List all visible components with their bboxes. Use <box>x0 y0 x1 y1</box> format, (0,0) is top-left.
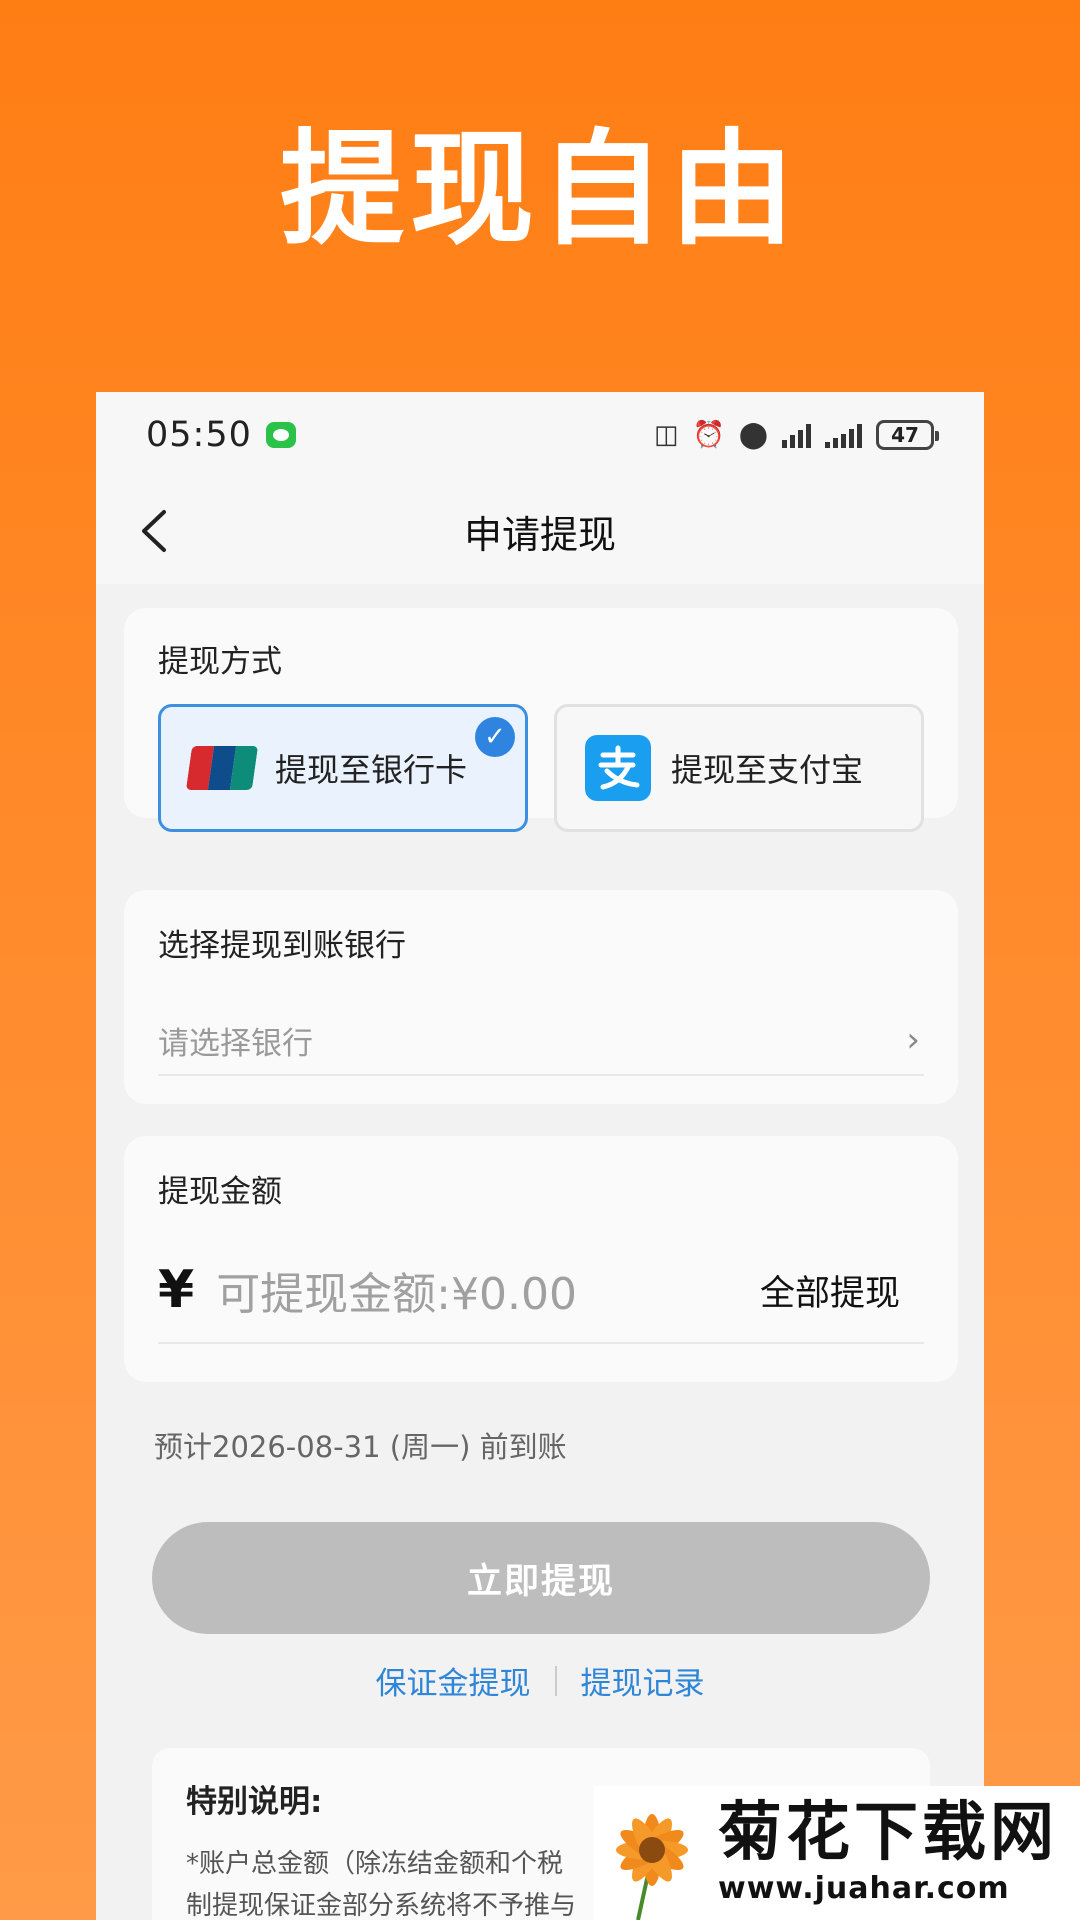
currency-symbol: ¥ <box>158 1260 195 1320</box>
option-alipay[interactable]: 提现至支付宝 <box>554 704 924 832</box>
battery-icon: 47 <box>876 420 939 450</box>
bank-select-label: 选择提现到账银行 <box>158 928 406 964</box>
link-divider <box>554 1665 557 1696</box>
alipay-icon <box>585 735 651 801</box>
check-icon: ✓ <box>475 717 515 757</box>
withdraw-method-label: 提现方式 <box>158 644 282 680</box>
nfc-icon: ◫ <box>653 420 679 450</box>
flower-logo-icon <box>616 1814 688 1920</box>
withdraw-method-card: 提现方式 提现至银行卡 ✓ 提现至支付宝 <box>124 608 958 832</box>
signal-icon <box>782 422 811 448</box>
status-bar: 05:50 ◫ ⏰ ⬤ 47 <box>96 392 984 478</box>
bank-select-field[interactable]: 请选择银行 › <box>158 1006 924 1076</box>
withdraw-all-button[interactable]: 全部提现 <box>760 1265 900 1316</box>
promo-headline: 提现自由 <box>279 118 800 262</box>
amount-input[interactable]: 可提现金额:¥0.00 <box>216 1258 577 1322</box>
bottom-links: 保证金提现 提现记录 <box>96 1658 984 1703</box>
phone-screen: 05:50 ◫ ⏰ ⬤ 47 申请提现 提现方式 提现至银行卡 ✓ 提现至支付宝… <box>96 392 984 1920</box>
status-icons: ◫ ⏰ ⬤ 47 <box>653 420 939 450</box>
alarm-icon: ⏰ <box>692 420 725 450</box>
signal-2-icon <box>825 422 862 448</box>
withdraw-records-link[interactable]: 提现记录 <box>581 1658 705 1703</box>
bank-select-card: 选择提现到账银行 请选择银行 › <box>124 890 958 1104</box>
amount-row: ¥ 可提现金额:¥0.00 全部提现 <box>158 1238 924 1344</box>
watermark-text: 菊花下载网 www.juahar.com <box>718 1801 1058 1906</box>
bank-select-placeholder: 请选择银行 <box>158 1025 313 1062</box>
back-arrow-icon[interactable] <box>134 508 180 554</box>
option-bank-card-label: 提现至银行卡 <box>275 751 468 789</box>
chevron-right-icon: › <box>906 1020 920 1060</box>
site-watermark: 菊花下载网 www.juahar.com <box>594 1786 1080 1920</box>
arrival-estimate: 预计2026-08-31 (周一) 前到账 <box>154 1430 567 1464</box>
watermark-site-name: 菊花下载网 <box>718 1795 1058 1870</box>
deposit-withdraw-link[interactable]: 保证金提现 <box>376 1658 531 1703</box>
status-time: 05:50 <box>146 415 252 455</box>
option-bank-card[interactable]: 提现至银行卡 ✓ <box>158 704 528 832</box>
location-icon: ⬤ <box>738 420 768 450</box>
wechat-notification-icon <box>265 422 296 448</box>
submit-withdraw-button[interactable]: 立即提现 <box>152 1522 930 1634</box>
watermark-url: www.juahar.com <box>718 1870 1010 1906</box>
nav-bar: 申请提现 <box>96 478 984 584</box>
amount-card: 提现金额 ¥ 可提现金额:¥0.00 全部提现 <box>124 1136 958 1382</box>
unionpay-icon <box>185 746 259 790</box>
page-title: 申请提现 <box>463 512 616 557</box>
amount-label: 提现金额 <box>158 1174 282 1210</box>
option-alipay-label: 提现至支付宝 <box>671 751 864 789</box>
